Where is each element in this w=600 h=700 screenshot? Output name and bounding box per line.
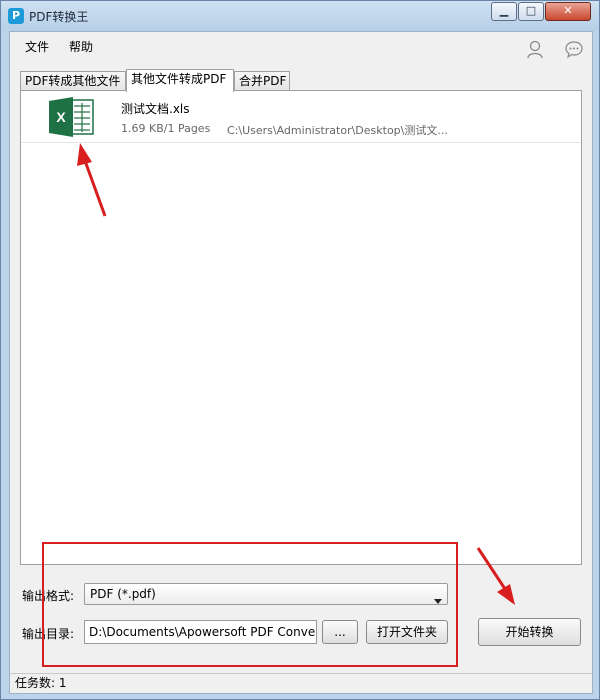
tab-other-to-pdf[interactable]: 其他文件转成PDF <box>126 69 234 92</box>
annotation-arrow-file <box>77 143 107 217</box>
annotation-arrows <box>77 143 515 605</box>
annotation-arrow-start <box>476 547 515 605</box>
